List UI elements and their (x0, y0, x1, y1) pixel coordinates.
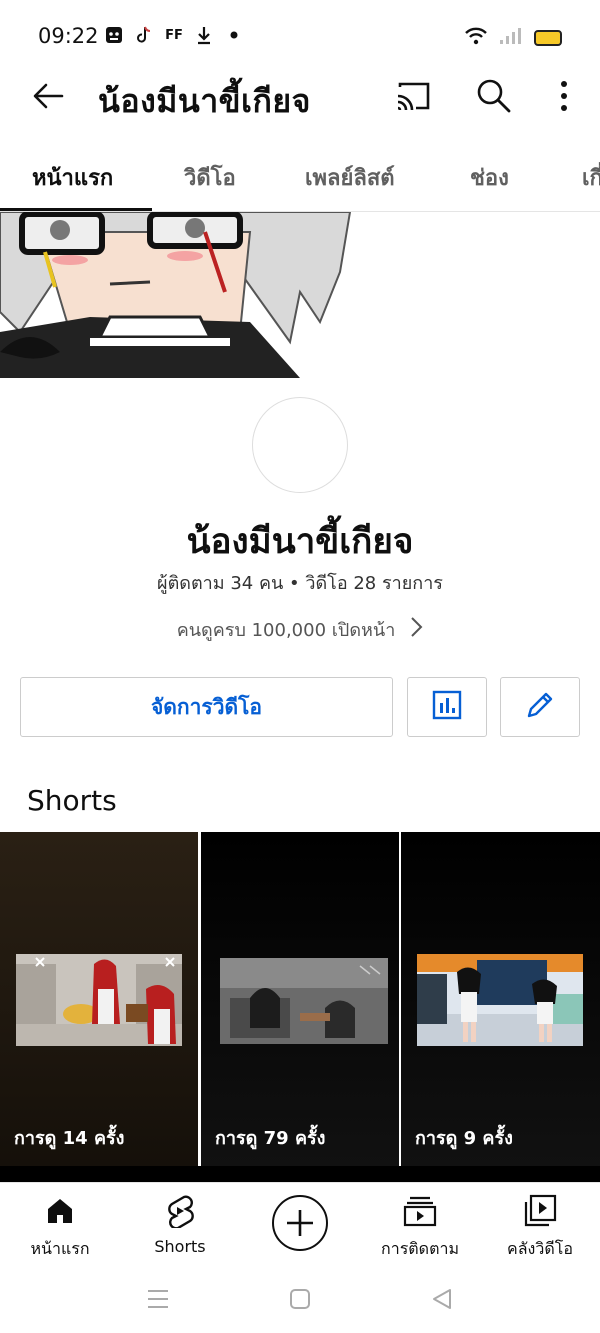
views-milestone-row[interactable]: คนดูครบ 100,000 เปิดหน้า (0, 615, 600, 644)
short-view-count: การดู 9 ครั้ง (415, 1128, 513, 1149)
shorts-section-title: Shorts (27, 784, 117, 817)
back-arrow-icon[interactable] (28, 76, 68, 116)
channel-name: น้องมีนาขี้เกียจ (186, 522, 414, 562)
manage-videos-button[interactable]: จัดการวิดีโอ (20, 677, 393, 737)
status-right-icons (464, 26, 562, 50)
status-time: 09:22 (38, 24, 99, 48)
nav-shorts[interactable]: Shorts (120, 1191, 240, 1256)
nav-shorts-label: Shorts (154, 1237, 206, 1256)
wifi-icon (464, 26, 488, 50)
chevron-right-icon (409, 616, 423, 643)
tab-channels[interactable]: ช่อง (470, 160, 509, 195)
nav-home-label: หน้าแรก (30, 1239, 90, 1258)
create-plus-icon[interactable] (272, 1195, 328, 1251)
short-thumbnail (16, 954, 182, 1046)
nav-library-label: คลังวิดีโอ (507, 1239, 573, 1258)
channel-banner (0, 212, 412, 378)
home-square-icon[interactable] (285, 1284, 315, 1314)
subscriptions-icon (360, 1191, 480, 1231)
recents-menu-icon[interactable] (143, 1284, 173, 1314)
more-vert-icon[interactable] (552, 76, 576, 116)
short-thumbnail (220, 958, 388, 1044)
tab-videos[interactable]: วิดีโอ (184, 160, 236, 195)
ff-icon: FF (165, 27, 183, 43)
channel-tabs: หน้าแรก วิดีโอ เพลย์ลิสต์ ช่อง เกี่ยวกับ (0, 146, 600, 212)
analytics-icon (431, 689, 463, 725)
signal-icon (498, 27, 524, 49)
nav-home[interactable]: หน้าแรก (0, 1191, 120, 1262)
download-icon (194, 24, 214, 46)
search-icon[interactable] (474, 76, 512, 114)
shorts-next-row-peek (0, 1166, 600, 1182)
short-card[interactable]: การดู 79 ครั้ง (201, 832, 399, 1166)
notification-icons: FF (104, 24, 244, 46)
app-bar: น้องมีนาขี้เกียจ (0, 72, 600, 120)
battery-icon (534, 30, 562, 46)
short-card[interactable]: การดู 14 ครั้ง (0, 832, 198, 1166)
shorts-icon (120, 1191, 240, 1231)
page-title: น้องมีนาขี้เกียจ (98, 82, 311, 120)
tab-about[interactable]: เกี่ยวกับ (582, 160, 600, 195)
back-triangle-icon[interactable] (427, 1284, 457, 1314)
channel-stats: ผู้ติดตาม 34 คน • วิดีโอ 28 รายการ (157, 573, 443, 594)
home-icon (0, 1191, 120, 1231)
tiktok-icon (134, 24, 154, 46)
analytics-button[interactable] (407, 677, 487, 737)
nav-library[interactable]: คลังวิดีโอ (480, 1191, 600, 1262)
edit-channel-button[interactable] (500, 677, 580, 737)
tab-playlists[interactable]: เพลย์ลิสต์ (305, 160, 395, 195)
nav-subscriptions[interactable]: การติดตาม (360, 1191, 480, 1262)
shorts-grid: การดู 14 ครั้ง การดู 79 ครั้ง การดู 9 คร… (0, 832, 600, 1166)
views-milestone-text: คนดูครบ 100,000 เปิดหน้า (176, 620, 396, 641)
bottom-navigation: หน้าแรก Shorts การติดตาม คลังวิดีโอ (0, 1182, 600, 1264)
system-navigation-bar (0, 1264, 600, 1333)
short-view-count: การดู 14 ครั้ง (14, 1128, 125, 1149)
nav-subscriptions-label: การติดตาม (381, 1239, 459, 1258)
status-bar: 09:22 FF (0, 0, 600, 72)
library-icon (480, 1191, 600, 1231)
short-view-count: การดู 79 ครั้ง (215, 1128, 326, 1149)
pencil-icon (524, 689, 556, 725)
shield-face-icon (104, 24, 124, 46)
dot-icon (224, 24, 244, 46)
short-card[interactable]: การดู 9 ครั้ง (401, 832, 600, 1166)
tab-home[interactable]: หน้าแรก (32, 160, 113, 195)
channel-avatar[interactable] (252, 397, 348, 493)
cast-icon[interactable] (394, 78, 432, 114)
active-tab-indicator (0, 208, 152, 211)
short-thumbnail (417, 954, 583, 1046)
